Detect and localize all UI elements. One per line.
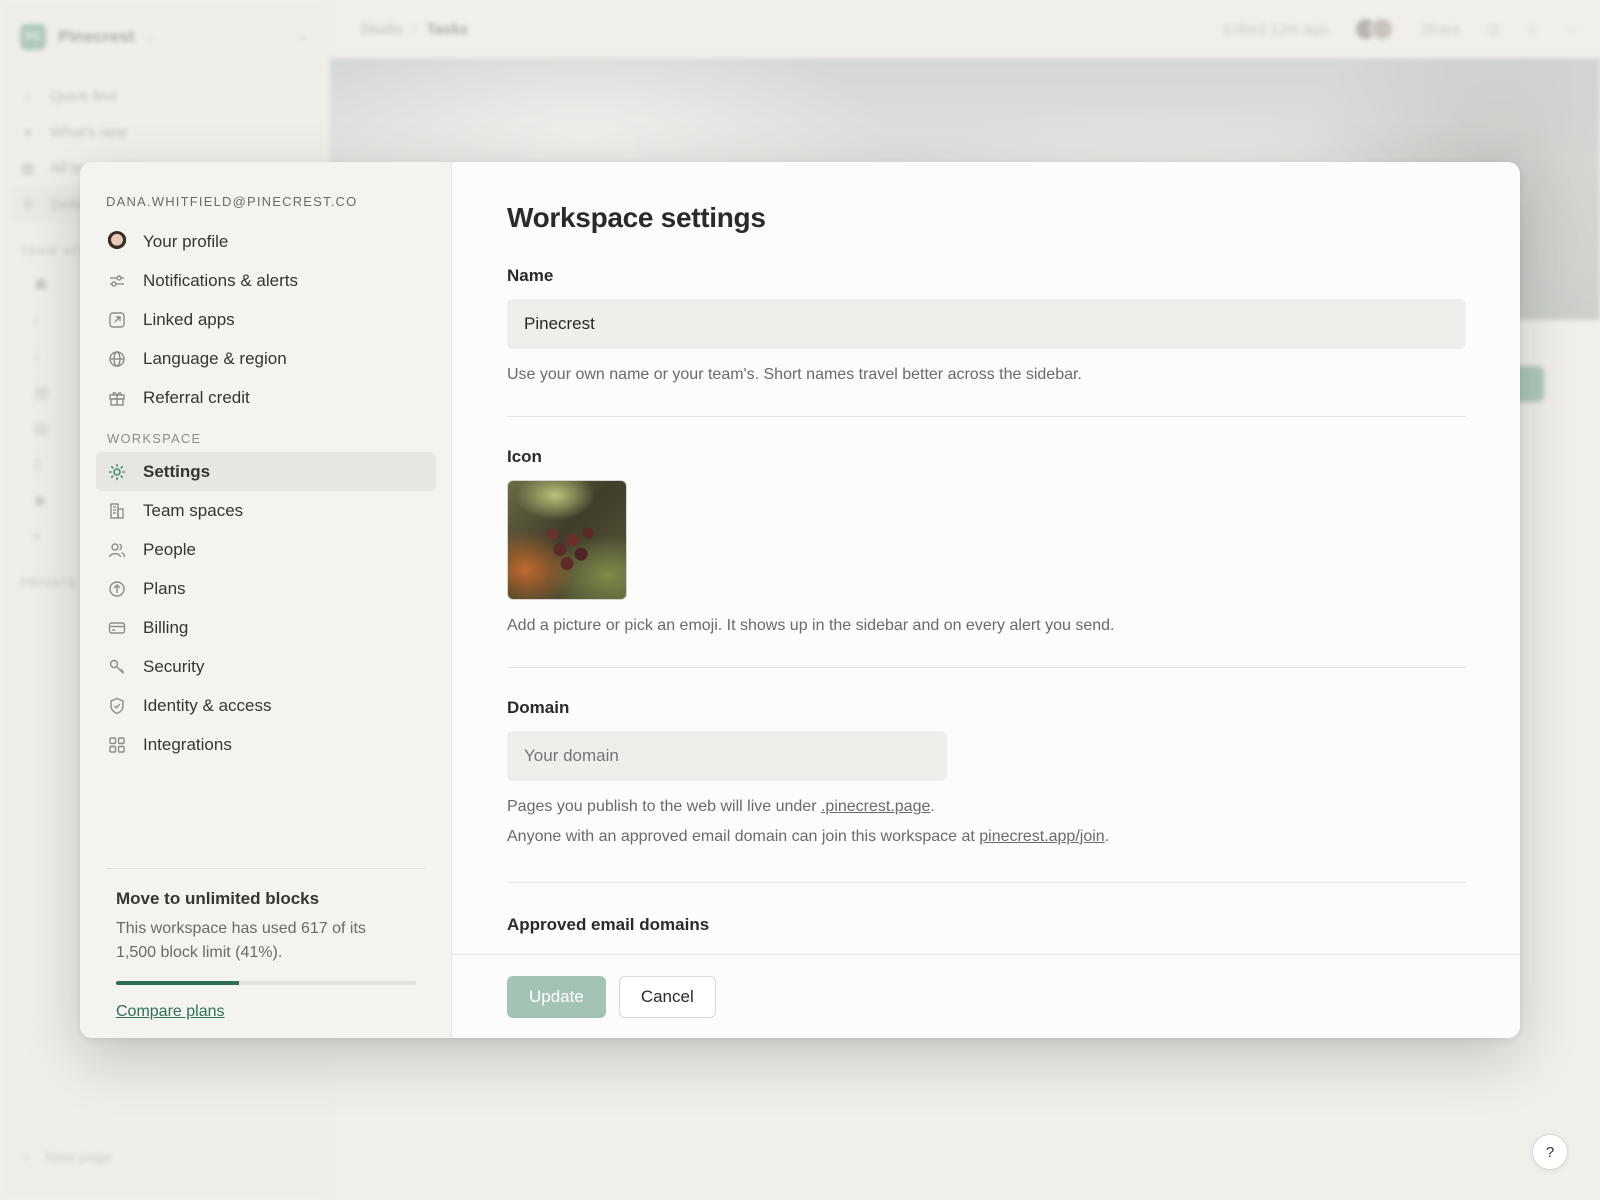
nav-team-spaces[interactable]: Team spaces [96,491,436,530]
nav-linked-apps[interactable]: Linked apps [96,300,436,339]
settings-scroll-area[interactable]: Workspace settings Name Use your own nam… [452,162,1520,954]
pinecrest-page-link[interactable]: .pinecrest.page [821,798,930,815]
divider [507,667,1466,668]
nav-plans[interactable]: Plans [96,569,436,608]
divider [507,882,1466,883]
update-button[interactable]: Update [507,975,606,1018]
domain-help-publish: Pages you publish to the web will live u… [507,798,935,815]
help-button[interactable]: ? [1532,1134,1568,1170]
people-icon [107,540,127,560]
domain-label: Domain [507,698,570,717]
section-workspace: WORKSPACE [107,431,202,446]
settings-footer: Update Cancel [452,954,1520,1038]
name-label: Name [507,266,554,285]
nav-people[interactable]: People [96,530,436,569]
block-usage-progress [116,981,416,985]
upgrade-text: This workspace has used 617 of its 1,500… [116,920,366,961]
nav-notifications[interactable]: Notifications & alerts [96,261,436,300]
progress-fill [116,981,239,985]
compare-plans-link[interactable]: Compare plans [116,1003,225,1021]
shield-icon [107,696,127,716]
name-help: Use your own name or your team's. Short … [507,366,1082,383]
nav-security[interactable]: Security [96,647,436,686]
nav-integrations[interactable]: Integrations [96,725,436,764]
icon-help: Add a picture or pick an emoji. It shows… [507,617,1115,634]
nav-billing[interactable]: Billing [96,608,436,647]
nav-language-region[interactable]: Language & region [96,339,436,378]
join-link[interactable]: pinecrest.app/join [979,828,1104,845]
approved-domains-label: Approved email domains [507,915,710,934]
settings-sidebar: DANA.WHITFIELD@PINECREST.CO Your profile… [80,162,452,1038]
key-icon [107,657,127,677]
nav-settings[interactable]: Settings [96,452,436,491]
external-link-icon [107,310,127,330]
domain-input[interactable] [507,731,947,781]
workspace-icon-picker[interactable] [507,480,627,600]
domain-help-join: Anyone with an approved email domain can… [507,828,1110,845]
nav-your-profile[interactable]: Your profile [96,222,436,261]
page-title: Workspace settings [507,202,766,233]
credit-card-icon [107,618,127,638]
upgrade-card: Move to unlimited blocks This workspace … [106,868,425,1021]
account-email: DANA.WHITFIELD@PINECREST.CO [106,194,358,209]
settings-content: Workspace settings Name Use your own nam… [452,162,1520,1038]
cancel-button[interactable]: Cancel [618,975,716,1018]
grid-icon [107,735,127,755]
arrow-up-circle-icon [107,579,127,599]
sliders-icon [107,271,127,291]
icon-label: Icon [507,447,542,466]
settings-nav: Your profile Notifications & alerts Link… [96,222,436,764]
building-icon [107,501,127,521]
globe-icon [107,349,127,369]
divider [507,416,1466,417]
nav-referral-credit[interactable]: Referral credit [96,378,436,417]
settings-modal: DANA.WHITFIELD@PINECREST.CO Your profile… [80,162,1520,1038]
nav-identity-access[interactable]: Identity & access [96,686,436,725]
gear-icon [107,462,127,482]
workspace-name-input[interactable] [507,299,1466,349]
avatar [107,230,127,253]
upgrade-title: Move to unlimited blocks [116,889,320,908]
gift-icon [107,388,127,408]
